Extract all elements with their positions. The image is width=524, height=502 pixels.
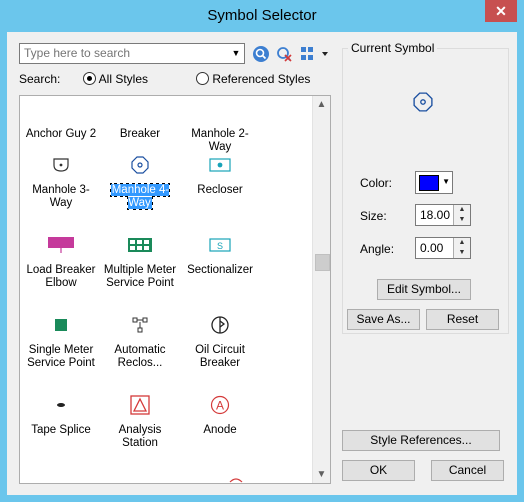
oil-circuit-breaker-icon xyxy=(180,314,260,336)
spin-up-icon[interactable]: ▲ xyxy=(453,238,470,248)
color-label: Color: xyxy=(360,176,393,190)
symbol-list[interactable]: Anchor Guy 2 Breaker Manhole 2-Way Manho… xyxy=(19,95,331,484)
angle-spinner[interactable]: 0.00 ▲ ▼ xyxy=(415,237,471,259)
symbol-label: Single Meter Service Point xyxy=(27,344,95,369)
color-swatch xyxy=(419,175,439,191)
search-combobox[interactable]: ▼ xyxy=(19,43,245,64)
list-scrollbar[interactable]: ▲ ▼ xyxy=(312,96,330,483)
radio-referenced-styles[interactable]: Referenced Styles xyxy=(196,72,310,86)
symbol-automatic-recloser[interactable]: Automatic Reclos... xyxy=(100,314,180,370)
window-title: Symbol Selector xyxy=(207,7,317,24)
svg-text:S: S xyxy=(217,241,223,251)
symbol-oil-circuit-breaker[interactable]: Oil Circuit Breaker xyxy=(180,314,260,370)
style-references-button[interactable]: Style References... xyxy=(342,430,500,451)
symbol-load-breaker-elbow[interactable]: Load Breaker Elbow xyxy=(21,234,101,290)
partial-symbol-icon xyxy=(229,478,243,483)
symbol-anchor-guy-2[interactable]: Anchor Guy 2 xyxy=(21,98,101,141)
svg-text:A: A xyxy=(216,399,224,413)
symbol-label: Multiple Meter Service Point xyxy=(103,264,177,289)
recloser-icon xyxy=(180,154,260,176)
load-breaker-elbow-icon xyxy=(21,234,101,256)
manhole-3-way-icon xyxy=(21,154,101,176)
symbol-sectionalizer[interactable]: S Sectionalizer xyxy=(180,234,260,277)
symbol-manhole-3-way[interactable]: Manhole 3-Way xyxy=(21,154,101,210)
close-button[interactable]: ✕ xyxy=(485,0,517,22)
clear-search-icon[interactable] xyxy=(275,45,293,63)
symbol-label: Recloser xyxy=(197,184,243,196)
radio-all-styles[interactable]: All Styles xyxy=(83,72,148,86)
symbol-multiple-meter-service-point[interactable]: Multiple Meter Service Point xyxy=(100,234,180,290)
search-icon[interactable] xyxy=(252,45,270,63)
symbol-label: Automatic Reclos... xyxy=(114,344,166,369)
symbol-label: Anchor Guy 2 xyxy=(25,128,97,140)
empty-icon xyxy=(21,98,101,120)
chevron-down-icon[interactable]: ▼ xyxy=(228,44,244,63)
symbol-manhole-2-way[interactable]: Manhole 2-Way xyxy=(180,98,260,154)
symbol-breaker[interactable]: Breaker xyxy=(100,98,180,141)
symbol-recloser[interactable]: Recloser xyxy=(180,154,260,197)
radio-all-styles-label: All Styles xyxy=(98,72,149,86)
save-as-button[interactable]: Save As... xyxy=(347,309,420,330)
symbol-label: Manhole 4-Way xyxy=(109,183,171,210)
scroll-down-icon[interactable]: ▼ xyxy=(313,466,330,483)
spin-up-icon[interactable]: ▲ xyxy=(453,205,470,215)
empty-icon xyxy=(180,98,260,120)
current-symbol-group: Current Symbol Color: ▼ Size: 18.00 ▲ ▼ … xyxy=(342,41,509,334)
tape-splice-icon xyxy=(21,394,101,416)
search-label: Search: xyxy=(19,72,61,86)
edit-symbol-button[interactable]: Edit Symbol... xyxy=(377,279,471,300)
analysis-station-icon xyxy=(100,394,180,416)
chevron-down-icon[interactable]: ▼ xyxy=(442,177,450,186)
symbol-label: Load Breaker Elbow xyxy=(26,264,96,289)
radio-indicator[interactable] xyxy=(83,72,96,85)
spin-down-icon[interactable]: ▼ xyxy=(453,248,470,258)
sectionalizer-icon: S xyxy=(180,234,260,256)
current-symbol-title: Current Symbol xyxy=(348,41,438,55)
reset-button[interactable]: Reset xyxy=(426,309,499,330)
symbol-label: Oil Circuit Breaker xyxy=(195,344,245,369)
symbol-manhole-4-way[interactable]: Manhole 4-Way xyxy=(100,154,180,210)
symbol-tape-splice[interactable]: Tape Splice xyxy=(21,394,101,437)
radio-indicator[interactable] xyxy=(196,72,209,85)
spin-down-icon[interactable]: ▼ xyxy=(453,215,470,225)
single-meter-icon xyxy=(21,314,101,336)
symbol-single-meter-service-point[interactable]: Single Meter Service Point xyxy=(21,314,101,370)
cancel-button[interactable]: Cancel xyxy=(431,460,504,481)
anode-icon: A xyxy=(180,394,260,416)
angle-value[interactable]: 0.00 xyxy=(420,241,443,255)
current-symbol-preview-icon xyxy=(413,92,433,112)
title-bar: Symbol Selector ✕ xyxy=(0,0,524,32)
scroll-thumb[interactable] xyxy=(315,254,330,271)
symbol-label: Analysis Station xyxy=(118,424,162,449)
symbol-label: Anode xyxy=(203,424,237,436)
symbol-label: Manhole 2-Way xyxy=(191,128,249,153)
color-picker[interactable]: ▼ xyxy=(415,171,453,194)
dialog-body: ▼ Search: All Styles Referenced Styles xyxy=(7,32,517,495)
empty-icon xyxy=(100,98,180,120)
manhole-4-way-icon xyxy=(100,154,180,176)
symbol-anode[interactable]: A Anode xyxy=(180,394,260,437)
symbol-label: Manhole 3-Way xyxy=(32,184,90,209)
size-value[interactable]: 18.00 xyxy=(420,208,450,222)
symbol-label: Sectionalizer xyxy=(187,264,253,276)
multiple-meter-icon xyxy=(100,234,180,256)
ok-button[interactable]: OK xyxy=(342,460,415,481)
automatic-recloser-icon xyxy=(100,314,180,336)
size-spinner[interactable]: 18.00 ▲ ▼ xyxy=(415,204,471,226)
symbol-analysis-station[interactable]: Analysis Station xyxy=(100,394,180,450)
scroll-up-icon[interactable]: ▲ xyxy=(313,96,330,113)
search-input[interactable] xyxy=(20,44,224,61)
window-frame: Symbol Selector ✕ ▼ Search: All Styles xyxy=(0,0,524,502)
symbol-label: Breaker xyxy=(119,128,161,140)
view-options-icon[interactable] xyxy=(300,46,332,62)
angle-label: Angle: xyxy=(360,242,395,256)
symbol-label: Tape Splice xyxy=(31,424,91,436)
close-icon: ✕ xyxy=(495,3,507,19)
size-label: Size: xyxy=(360,209,387,223)
radio-referenced-styles-label: Referenced Styles xyxy=(212,72,311,86)
